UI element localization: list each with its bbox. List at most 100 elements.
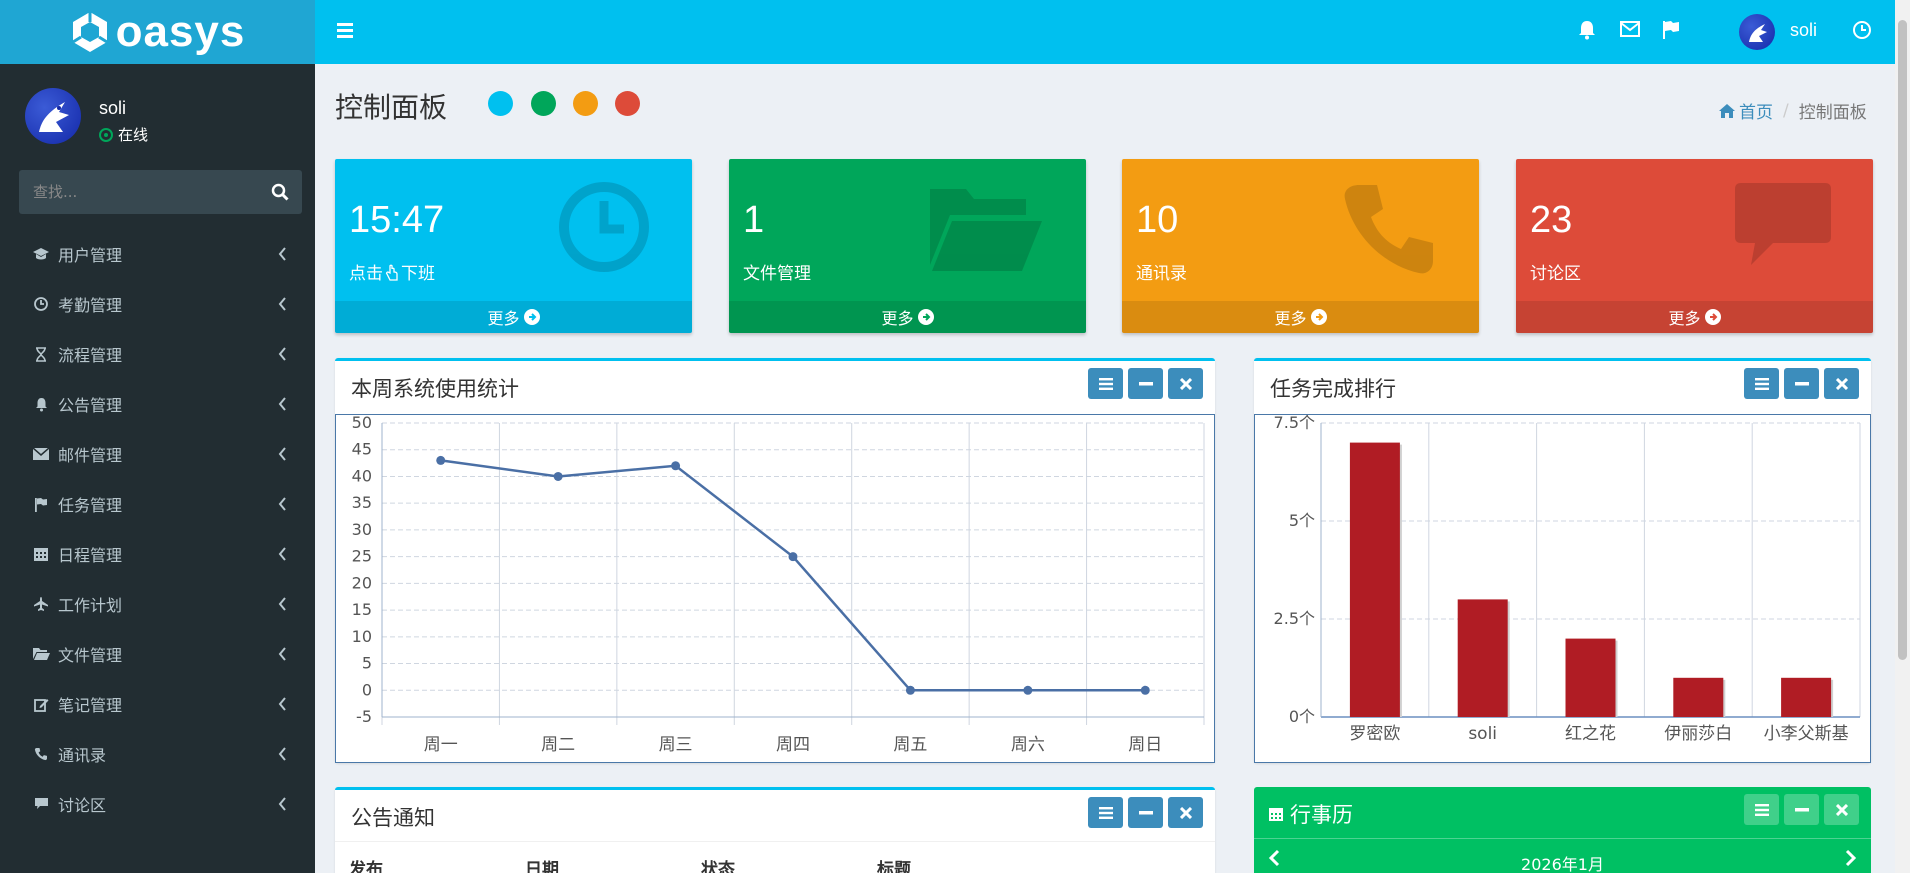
- breadcrumb-home-label: 首页: [1739, 103, 1773, 123]
- panel-title: 任务完成排行: [1270, 377, 1396, 401]
- close-icon: [1179, 377, 1192, 390]
- breadcrumb: 首页 / 控制面板: [1718, 98, 1867, 123]
- calendar-title-label: 行事历: [1290, 803, 1353, 827]
- y-tick-label: -5: [356, 707, 372, 726]
- y-tick-label: 45: [352, 440, 372, 459]
- page-scrollbar[interactable]: [1895, 0, 1910, 873]
- x-tick-label: soli: [1468, 724, 1497, 744]
- minus-icon: [1794, 381, 1809, 385]
- more-link[interactable]: 更多: [1122, 301, 1479, 333]
- close-icon: [1179, 806, 1192, 819]
- header-user-name[interactable]: soli: [1790, 20, 1817, 41]
- breadcrumb-home[interactable]: 首页: [1718, 98, 1773, 123]
- close-button[interactable]: [1824, 368, 1859, 399]
- menu-button[interactable]: [1744, 368, 1779, 399]
- collapse-button[interactable]: [1128, 368, 1163, 399]
- info-box-clock: 15:47 点击 下班 更多: [335, 159, 692, 333]
- y-tick-label: 30: [352, 520, 372, 539]
- x-tick-label: 周四: [776, 735, 810, 755]
- box-value: 10: [1136, 199, 1179, 241]
- collapse-button[interactable]: [1784, 794, 1819, 825]
- chevron-left-icon: [278, 446, 287, 465]
- more-link[interactable]: 更多: [1516, 301, 1873, 333]
- y-tick-label: 25: [352, 547, 372, 566]
- more-link[interactable]: 更多: [335, 301, 692, 333]
- search-input[interactable]: [19, 183, 258, 201]
- x-tick-label: 周六: [1011, 735, 1045, 755]
- collapse-button[interactable]: [1128, 797, 1163, 828]
- sidebar-menu: 用户管理 考勤管理流程管理公告管理邮件管理任务管理 日程管理 工作计划 文件管理 笔记管理…: [0, 229, 315, 829]
- sidebar-item[interactable]: 工作计划: [0, 579, 315, 629]
- sidebar-item[interactable]: 文件管理: [0, 629, 315, 679]
- y-tick-label: 35: [352, 493, 372, 512]
- column-header[interactable]: 状态: [701, 855, 877, 873]
- chevron-left-icon: [278, 696, 287, 715]
- panel-tools: [1088, 368, 1203, 399]
- menu-button[interactable]: [1088, 797, 1123, 828]
- header-avatar[interactable]: [1739, 14, 1775, 50]
- notifications-bell-icon[interactable]: [1578, 20, 1596, 44]
- search-icon[interactable]: [258, 170, 302, 214]
- usage-chart-frame: 50 45 40 35 30 25 20 15 10 5 0 -5 周一 周二 周三 周四 周五 周六 周日: [335, 413, 1215, 763]
- clock-out-link[interactable]: 点击 下班: [349, 259, 435, 284]
- y-tick-label: 0个: [1289, 707, 1315, 726]
- theme-swatch[interactable]: [573, 91, 598, 116]
- sidebar-item[interactable]: 通讯录: [0, 729, 315, 779]
- sidebar-item-label: 邮件管理: [58, 446, 123, 465]
- close-button[interactable]: [1168, 368, 1203, 399]
- tasks-flag-icon[interactable]: [1662, 20, 1680, 44]
- column-header[interactable]: 日期: [525, 855, 701, 873]
- sidebar-item[interactable]: 讨论区: [0, 779, 315, 829]
- theme-swatch[interactable]: [531, 91, 556, 116]
- more-link[interactable]: 更多: [729, 301, 1086, 333]
- flag-icon: [32, 495, 50, 513]
- menu-button[interactable]: [1744, 794, 1779, 825]
- sidebar-item[interactable]: 邮件管理: [0, 429, 315, 479]
- clock-icon[interactable]: [1852, 20, 1872, 44]
- info-box-contacts: 10 通讯录 更多: [1122, 159, 1479, 333]
- data-point: [1140, 685, 1150, 695]
- column-header[interactable]: 发布: [349, 855, 525, 873]
- app-logo[interactable]: oasys: [0, 0, 315, 64]
- panel-tools: [1088, 797, 1203, 828]
- close-button[interactable]: [1824, 794, 1859, 825]
- sidebar-item[interactable]: 任务管理: [0, 479, 315, 529]
- sidebar-toggle-icon[interactable]: [337, 22, 353, 42]
- panel-title: 本周系统使用统计: [351, 377, 519, 401]
- user-status: 在线: [99, 124, 148, 145]
- data-point: [671, 461, 681, 471]
- phone-icon: [32, 745, 50, 763]
- scrollbar-thumb[interactable]: [1898, 20, 1907, 660]
- box-label: 讨论区: [1530, 264, 1581, 284]
- sidebar-item-label: 流程管理: [58, 346, 123, 365]
- chevron-left-icon: [278, 796, 287, 815]
- menu-button[interactable]: [1088, 368, 1123, 399]
- chevron-left-icon: [278, 646, 287, 665]
- calendar-nav: 2026年1月: [1254, 838, 1871, 873]
- sidebar-item[interactable]: 用户管理: [0, 229, 315, 279]
- data-point: [553, 471, 563, 481]
- column-header[interactable]: 标题: [877, 855, 1053, 873]
- messages-envelope-icon[interactable]: [1620, 20, 1640, 42]
- folder-open-icon: [32, 645, 50, 663]
- usage-stats-panel: 本周系统使用统计 50 45 40 35 30 25 20 15 10 5 0 -5 周一 周二 周三 周四周…: [335, 358, 1215, 763]
- close-icon: [1835, 377, 1848, 390]
- bars-icon: [1098, 377, 1113, 390]
- theme-swatch[interactable]: [615, 91, 640, 116]
- sidebar-item[interactable]: 笔记管理: [0, 679, 315, 729]
- sidebar-item[interactable]: 日程管理: [0, 529, 315, 579]
- avatar: [25, 88, 81, 144]
- chevron-left-icon: [278, 296, 287, 315]
- close-button[interactable]: [1168, 797, 1203, 828]
- sidebar-item[interactable]: 考勤管理: [0, 279, 315, 329]
- sidebar-item[interactable]: 公告管理: [0, 379, 315, 429]
- theme-swatch[interactable]: [488, 91, 513, 116]
- data-point: [436, 455, 446, 465]
- sidebar-item[interactable]: 流程管理: [0, 329, 315, 379]
- chevron-right-icon[interactable]: [1845, 849, 1857, 871]
- bars-icon: [1754, 377, 1769, 390]
- collapse-button[interactable]: [1784, 368, 1819, 399]
- y-tick-label: 20: [352, 573, 372, 592]
- data-point: [1023, 685, 1033, 695]
- x-tick-label: 小李父斯基: [1764, 724, 1849, 744]
